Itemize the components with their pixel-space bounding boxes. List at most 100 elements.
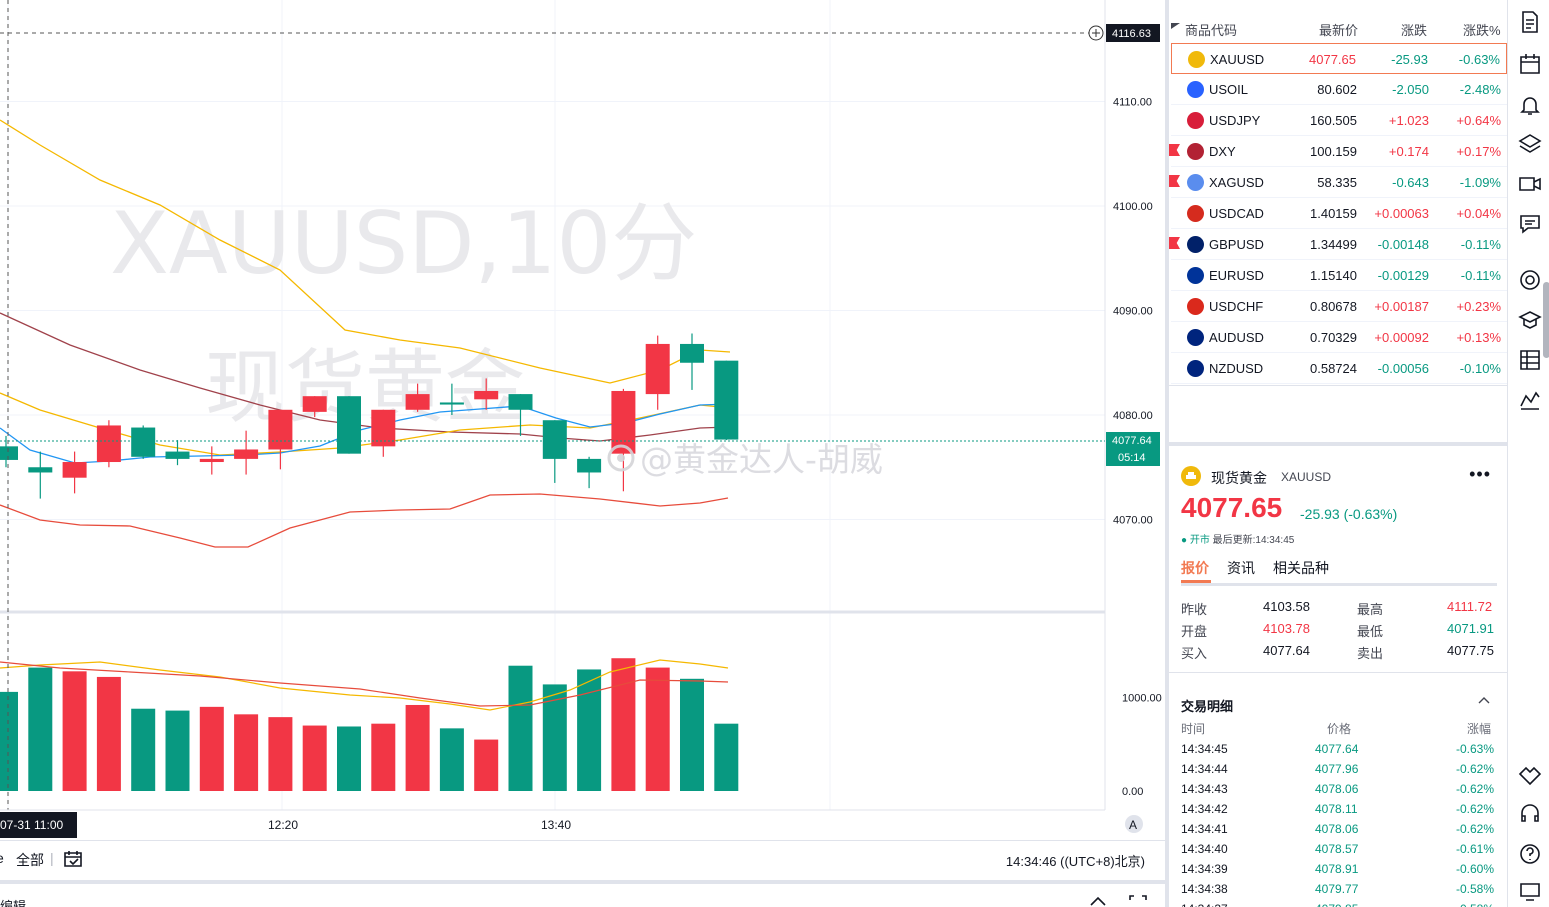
bid-label: 买入 <box>1181 646 1208 661</box>
volume-bar <box>302 725 327 791</box>
symbol-logo-icon <box>1187 236 1204 253</box>
watchlist-row[interactable]: XAUUSD 4077.65 -25.93 -0.63% <box>1171 43 1507 74</box>
header-flag-icon[interactable] <box>1171 23 1180 29</box>
watchlist-row[interactable]: USDCAD 1.40159 +0.00063 +0.04% <box>1171 198 1507 229</box>
tab-related[interactable]: 相关品种 <box>1273 558 1329 578</box>
headset-icon[interactable] <box>1518 802 1542 826</box>
watchlist-row[interactable]: DXY 100.159 +0.174 +0.17% <box>1169 136 1507 167</box>
detail-change: -25.93 (-0.63%) <box>1300 506 1398 522</box>
chat-icon[interactable] <box>1518 212 1542 236</box>
watchlist-row[interactable]: GBPUSD 1.34499 -0.00148 -0.11% <box>1169 229 1507 260</box>
candle-body <box>234 449 259 459</box>
watchlist-pct: -0.10% <box>1459 361 1501 376</box>
header-chg[interactable]: 涨跌 <box>1401 20 1427 39</box>
price-chart[interactable]: XAUUSD,10分 现货黄金 @黄金达人-胡威 4110.00 4100.00 4… <box>0 0 1165 840</box>
table-icon[interactable] <box>1518 348 1542 372</box>
header-pct[interactable]: 涨跌% <box>1463 20 1501 39</box>
watchlist-chg: -25.93 <box>1391 52 1428 67</box>
tab-quote[interactable]: 报价 <box>1181 558 1209 578</box>
maximize-icon[interactable] <box>1128 894 1148 907</box>
watchlist-chg: +0.00092 <box>1374 330 1429 345</box>
handshake-icon[interactable] <box>1518 762 1542 786</box>
volume-bar <box>268 717 293 791</box>
range-item-prev[interactable]: e <box>0 850 4 866</box>
volume-bar <box>680 678 704 791</box>
flag-icon[interactable] <box>1169 175 1180 187</box>
auto-scale-button[interactable]: A <box>1125 815 1143 833</box>
watchlist-symbol: USOIL <box>1209 82 1249 97</box>
candle-body <box>302 396 327 412</box>
flag-icon[interactable] <box>1169 144 1180 156</box>
trade-chg: -0.62% <box>1456 802 1495 816</box>
watchlist-row[interactable]: USDJPY 160.505 +1.023 +0.64% <box>1171 105 1507 136</box>
trade-time: 14:34:37 <box>1181 902 1228 907</box>
watchlist-pct: -1.09% <box>1459 175 1501 190</box>
header-last[interactable]: 最新价 <box>1319 20 1358 39</box>
watchlist-row[interactable]: NZDUSD 0.58724 -0.00056 -0.10% <box>1171 353 1507 384</box>
watchlist-last: 0.80678 <box>1310 299 1357 314</box>
open-label: 开盘 <box>1181 624 1208 639</box>
tab-news[interactable]: 资讯 <box>1227 558 1255 578</box>
watchlist-row[interactable]: EURUSD 1.15140 -0.00129 -0.11% <box>1171 260 1507 291</box>
layers-icon[interactable] <box>1518 132 1542 156</box>
target-icon[interactable] <box>1518 268 1542 292</box>
video-icon[interactable] <box>1518 172 1542 196</box>
watchlist-chg: +0.174 <box>1388 144 1429 159</box>
svg-text:A: A <box>1129 818 1137 832</box>
candle-body <box>165 451 190 459</box>
candle-body <box>199 458 224 463</box>
watchlist-row[interactable]: XAGUSD 58.335 -0.643 -1.09% <box>1169 167 1507 198</box>
trade-chg: -0.61% <box>1456 842 1495 856</box>
watchlist-last: 100.159 <box>1310 144 1357 159</box>
symbol-logo-icon <box>1187 298 1204 315</box>
bell-icon[interactable] <box>1518 93 1542 117</box>
more-options-icon[interactable]: ••• <box>1469 464 1491 485</box>
trade-price: 4078.06 <box>1315 782 1359 796</box>
candle-body <box>508 394 533 410</box>
timezone-label[interactable]: 14:34:46 ((UTC+8)北京) <box>1006 851 1145 870</box>
watchlist-row[interactable]: USOIL 80.602 -2.050 -2.48% <box>1171 74 1507 105</box>
edit-label[interactable]: 编辑 <box>0 896 26 907</box>
chart-pattern-icon[interactable] <box>1518 388 1542 412</box>
flag-icon[interactable] <box>1169 237 1180 249</box>
header-symbol[interactable]: 商品代码 <box>1185 20 1237 39</box>
watchlist-last: 0.58724 <box>1310 361 1357 376</box>
watchlist-row[interactable]: AUDUSD 0.70329 +0.00092 +0.13% <box>1171 322 1507 353</box>
watchlist-row[interactable]: USDCHF 0.80678 +0.00187 +0.23% <box>1171 291 1507 322</box>
price-tick-label: 4080.00 <box>1113 410 1153 422</box>
price-tick-label: 4100.00 <box>1113 201 1153 213</box>
chevron-up-icon[interactable] <box>1088 894 1108 907</box>
trade-row: 14:34:42 4078.11 -0.62% <box>1181 802 1499 822</box>
document-icon[interactable] <box>1518 10 1542 34</box>
candle-body <box>577 458 602 473</box>
help-icon[interactable] <box>1518 842 1542 866</box>
market-status: ● 开市 最后更新:14:34:45 <box>1181 535 1295 546</box>
calendar-range-icon[interactable] <box>62 849 84 869</box>
trade-price: 4079.77 <box>1315 882 1359 896</box>
trade-price: 4078.91 <box>1315 862 1359 876</box>
volume-bar <box>714 723 739 791</box>
crosshair-plus-icon[interactable] <box>1088 25 1104 41</box>
trades-header-time: 时间 <box>1181 722 1206 736</box>
time-start-label: -07-31 11:00 <box>0 818 63 832</box>
chevron-up-icon[interactable] <box>1477 694 1491 706</box>
screen-share-icon[interactable] <box>1518 880 1542 904</box>
scrollbar-handle[interactable] <box>1543 282 1549 358</box>
candle-body <box>645 343 670 395</box>
trade-row: 14:34:45 4077.64 -0.63% <box>1181 742 1499 762</box>
watchlist-chg: -0.643 <box>1392 175 1429 190</box>
trade-chg: -0.62% <box>1456 762 1495 776</box>
lower-band-line <box>0 493 729 548</box>
education-icon[interactable] <box>1518 308 1542 332</box>
trades-title: 交易明细 <box>1181 699 1234 714</box>
chart-area[interactable]: XAUUSD,10分 现货黄金 @黄金达人-胡威 4110.00 4100.00 4… <box>0 0 1165 907</box>
trade-time: 14:34:40 <box>1181 842 1228 856</box>
range-all-button[interactable]: 全部 <box>16 850 44 870</box>
calendar-icon[interactable] <box>1518 52 1542 76</box>
candle-body <box>131 427 156 457</box>
symbol-logo-icon <box>1187 329 1204 346</box>
symbol-logo-icon <box>1187 360 1204 377</box>
volume-bar <box>131 708 156 791</box>
prev-close-label: 昨收 <box>1181 602 1208 617</box>
volume-bar <box>439 728 464 791</box>
